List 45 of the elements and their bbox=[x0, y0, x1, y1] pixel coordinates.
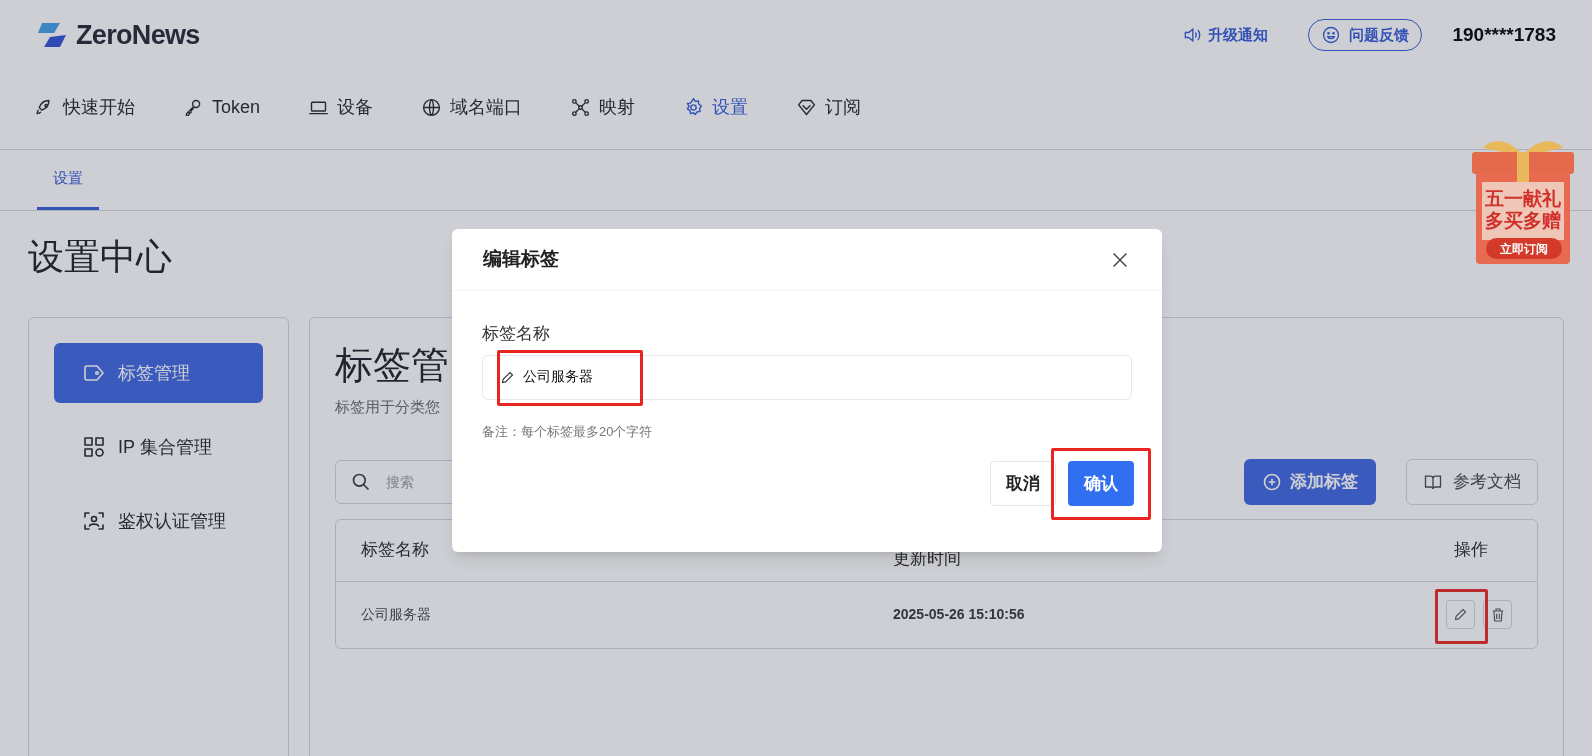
sub-tab[interactable]: 设置 bbox=[37, 150, 99, 210]
tag-name-field[interactable]: 公司服务器 bbox=[482, 354, 1132, 400]
column-header: 操作 bbox=[1454, 539, 1488, 562]
nav-tab[interactable]: 订阅 bbox=[796, 94, 862, 121]
subscribe-button[interactable]: 立即订阅 bbox=[1486, 238, 1562, 259]
cancel-button[interactable]: 取消 bbox=[990, 461, 1056, 506]
dialog-title: 编辑标签 bbox=[483, 247, 559, 272]
table-cell-text: 2025-05-26 15:10:56 bbox=[893, 605, 1025, 624]
edit-button[interactable] bbox=[1446, 600, 1475, 629]
section-title: 标签管 bbox=[335, 343, 449, 388]
nav-tab[interactable]: Token bbox=[183, 94, 261, 121]
sidebar-item[interactable]: 标签管理 bbox=[54, 343, 263, 403]
add-tag-button[interactable]: 添加标签 bbox=[1244, 458, 1376, 505]
account-number[interactable]: 190****1783 bbox=[1452, 20, 1556, 50]
docs-button[interactable]: 参考文档 bbox=[1406, 458, 1538, 505]
face-scan-icon bbox=[82, 509, 106, 533]
diamond-icon bbox=[796, 97, 818, 118]
field-note: 备注：每个标签最多20个字符 bbox=[482, 422, 654, 441]
nav-tab[interactable]: 映射 bbox=[570, 94, 636, 121]
upgrade-notice-link[interactable]: 升级通知 bbox=[1182, 23, 1269, 47]
nav-tab[interactable]: 设备 bbox=[308, 94, 374, 121]
pencil-icon bbox=[500, 369, 515, 385]
nav-tab[interactable]: 快速开始 bbox=[34, 94, 135, 121]
promo-text: 五一献礼 bbox=[1485, 188, 1561, 210]
globe-icon bbox=[421, 97, 443, 118]
delete-button[interactable] bbox=[1483, 600, 1512, 629]
confirm-button[interactable]: 确认 bbox=[1068, 461, 1134, 506]
sidebar-item[interactable]: IP 集合管理 bbox=[54, 417, 263, 477]
nodes-icon bbox=[570, 97, 592, 118]
page-title: 设置中心 bbox=[28, 235, 172, 279]
promo-text: 多买多赠 bbox=[1485, 210, 1561, 232]
section-description: 标签用于分类您 bbox=[335, 397, 441, 417]
brand-name: ZeroNews bbox=[76, 18, 200, 52]
smiley-icon bbox=[1321, 25, 1342, 45]
field-label: 标签名称 bbox=[482, 323, 551, 345]
speaker-icon bbox=[1182, 25, 1203, 45]
nav-tab[interactable]: 设置 bbox=[683, 94, 749, 121]
grid-icon bbox=[82, 435, 106, 459]
sidebar-item[interactable]: 鉴权认证管理 bbox=[54, 491, 263, 551]
pencil-icon bbox=[1453, 607, 1468, 622]
table-cell-text: 公司服务器 bbox=[361, 605, 432, 624]
column-header: 标签名称 bbox=[361, 539, 430, 562]
plus-circle-icon bbox=[1262, 471, 1282, 492]
nav-tab[interactable]: 域名端口 bbox=[421, 94, 523, 121]
search-icon bbox=[351, 471, 371, 492]
